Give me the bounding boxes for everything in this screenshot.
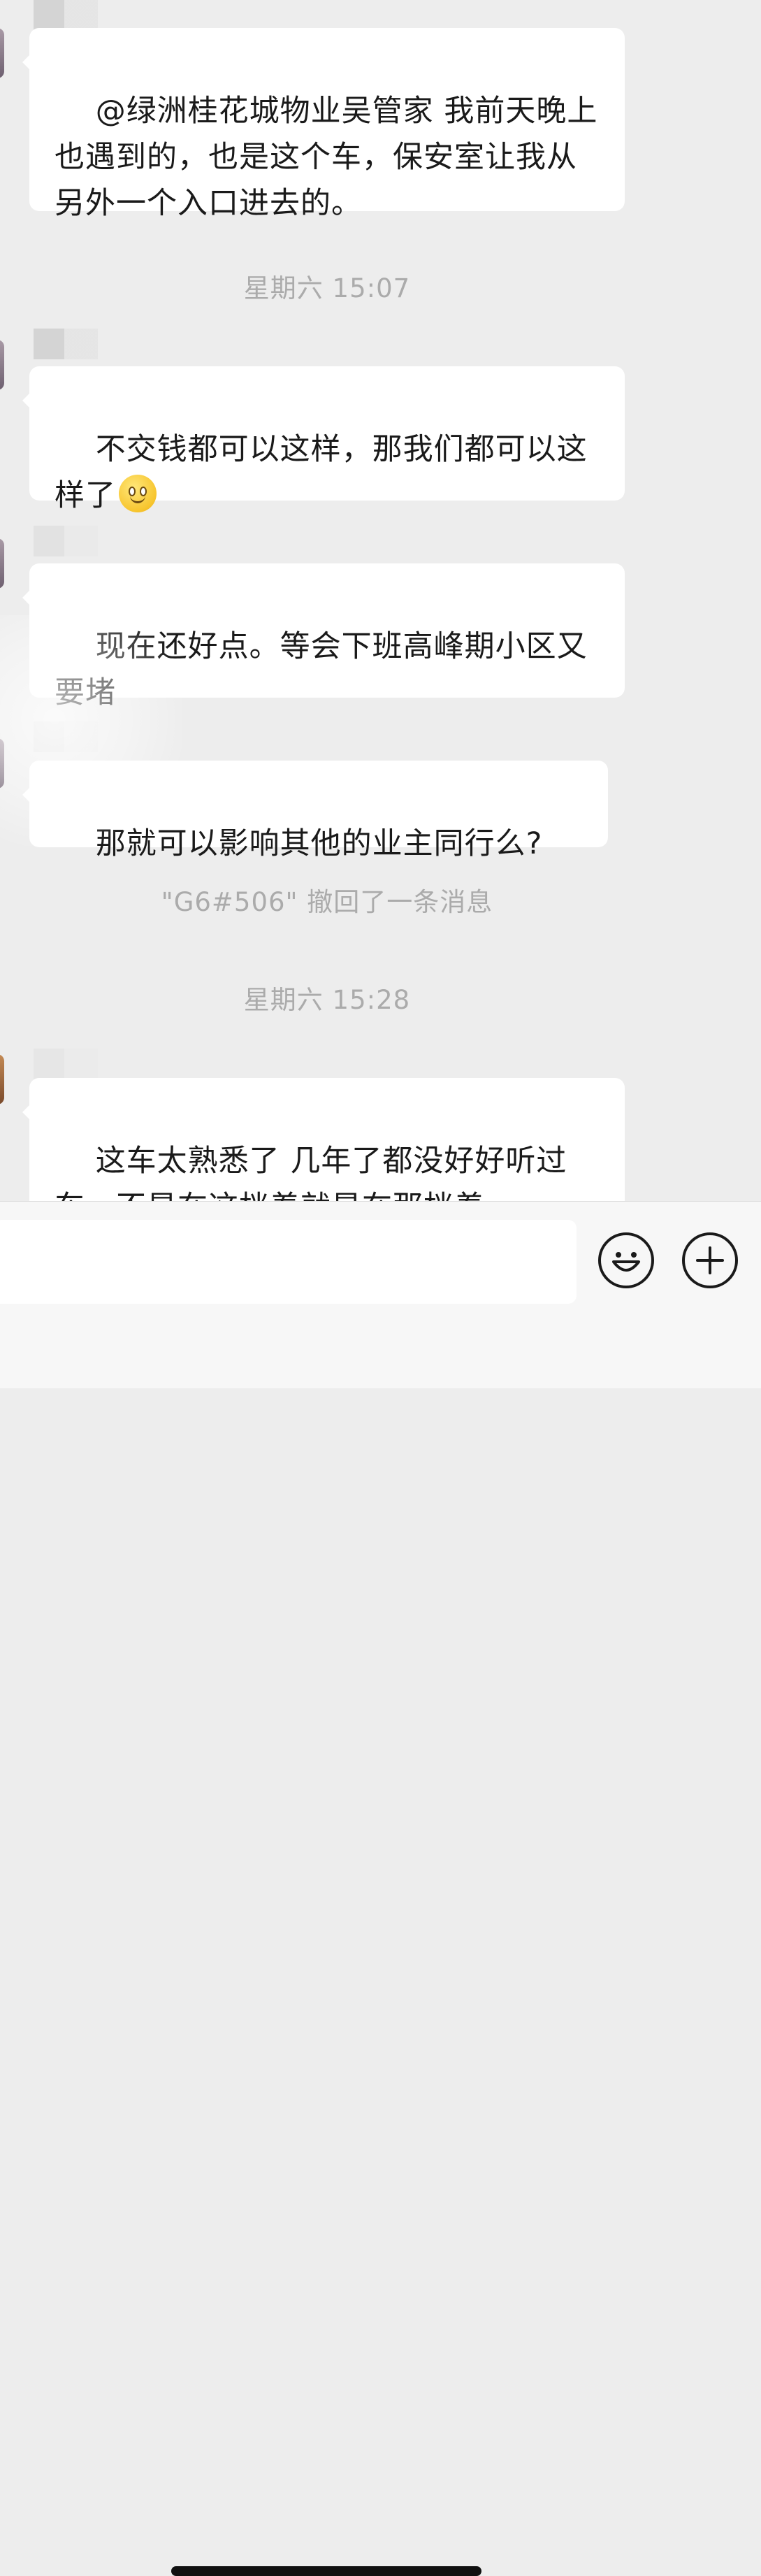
message-text: @绿洲桂花城物业吴管家 我前天晚上也遇到的，也是这个车，保安室让我从另外一个入口… bbox=[55, 94, 598, 221]
chat-message-list[interactable]: @绿洲桂花城物业吴管家 我前天晚上也遇到的，也是这个车，保安室让我从另外一个入口… bbox=[0, 0, 761, 1201]
message-bubble[interactable]: 现在还好点。等会下班高峰期小区又要堵 bbox=[22, 563, 625, 710]
system-recall-message: "G6#506" 撤回了一条消息 bbox=[161, 887, 493, 917]
message-bubble[interactable]: @绿洲桂花城物业吴管家 我前天晚上也遇到的，也是这个车，保安室让我从另外一个入口… bbox=[22, 28, 625, 221]
message-bubble[interactable]: 这车太熟悉了 几年了都没好好听过车，不是在这档着就是在那档着 bbox=[22, 1078, 625, 1201]
sender-name-redacted bbox=[34, 721, 98, 752]
sender-avatar[interactable] bbox=[0, 738, 4, 789]
message-input[interactable] bbox=[0, 1220, 577, 1304]
sender-name-redacted bbox=[34, 0, 98, 31]
timestamp: 星期六 15:07 bbox=[243, 273, 411, 303]
sender-name-redacted bbox=[34, 1049, 98, 1079]
plus-circle-icon[interactable] bbox=[682, 1232, 738, 1288]
chat-input-bar bbox=[0, 1201, 761, 2576]
smile-emoji-icon bbox=[119, 475, 157, 512]
timestamp: 星期六 15:28 bbox=[243, 985, 411, 1015]
sender-avatar[interactable] bbox=[0, 538, 4, 589]
message-bubble[interactable]: 那就可以影响其他的业主同行么? bbox=[22, 761, 608, 861]
sender-avatar[interactable] bbox=[0, 340, 4, 390]
message-text: 这车太熟悉了 几年了都没好好听过车，不是在这档着就是在那档着 bbox=[55, 1144, 567, 1201]
smiley-face-icon[interactable] bbox=[598, 1232, 654, 1288]
sender-name-redacted bbox=[34, 526, 98, 556]
home-indicator[interactable] bbox=[171, 2566, 481, 2576]
message-text: 那就可以影响其他的业主同行么? bbox=[95, 826, 543, 861]
plus-circle-icon-graphic bbox=[696, 1246, 724, 1274]
sender-avatar[interactable] bbox=[0, 1054, 4, 1104]
sender-name-redacted bbox=[34, 329, 98, 359]
sender-avatar[interactable] bbox=[0, 28, 4, 78]
smiley-face-icon-graphic bbox=[612, 1252, 640, 1272]
message-text: 现在还好点。等会下班高峰期小区又要堵 bbox=[55, 629, 588, 710]
message-bubble[interactable]: 不交钱都可以这样，那我们都可以这样了 bbox=[22, 366, 625, 513]
